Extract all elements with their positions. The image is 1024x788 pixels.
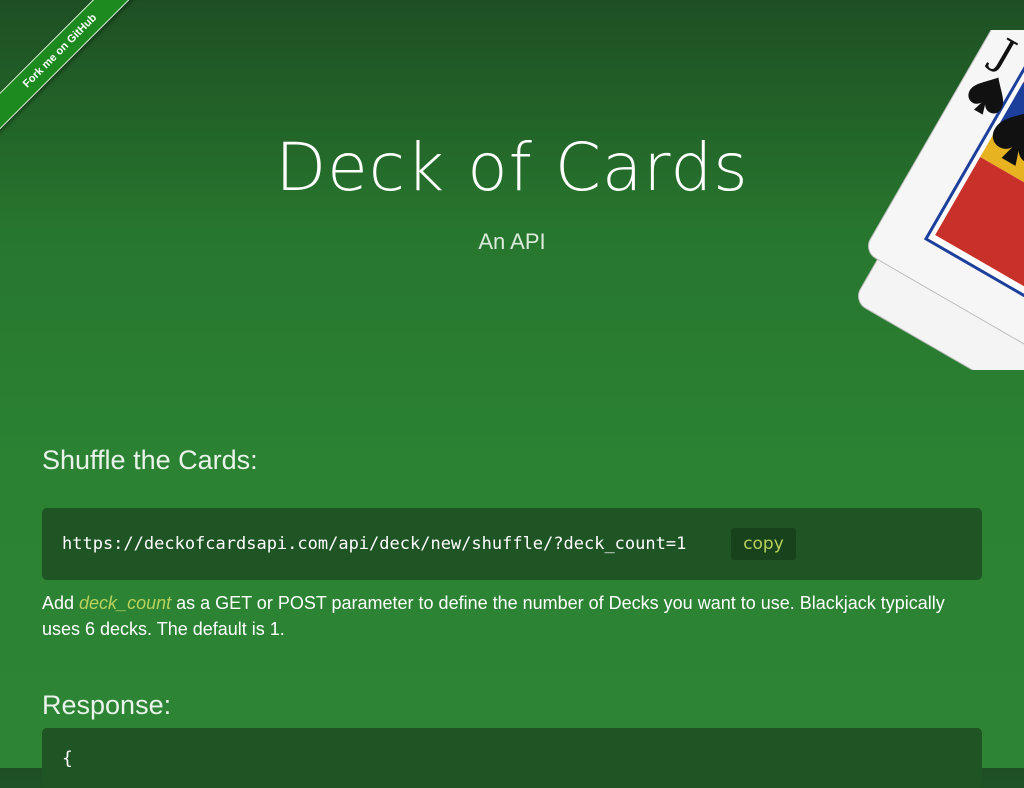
playing-cards-illustration: A J [850, 30, 1024, 370]
response-code-line: { [62, 748, 73, 769]
shuffle-url[interactable]: https://deckofcardsapi.com/api/deck/new/… [62, 532, 686, 556]
deck-count-param: deck_count [79, 593, 172, 613]
copy-button[interactable]: copy [731, 528, 796, 560]
fork-me-ribbon[interactable]: Fork me on GitHub [0, 0, 147, 138]
shuffle-url-box: https://deckofcardsapi.com/api/deck/new/… [42, 508, 982, 580]
response-code-box: { [42, 728, 982, 788]
shuffle-description: Add deck_count as a GET or POST paramete… [42, 590, 987, 642]
github-ribbon-container: Fork me on GitHub [0, 0, 150, 150]
description-prefix: Add [42, 593, 80, 613]
description-suffix: as a GET or POST parameter to define the… [42, 593, 945, 639]
response-heading: Response: [42, 690, 172, 720]
shuffle-heading: Shuffle the Cards: [42, 445, 258, 475]
cards-svg: A J [858, 30, 1024, 370]
